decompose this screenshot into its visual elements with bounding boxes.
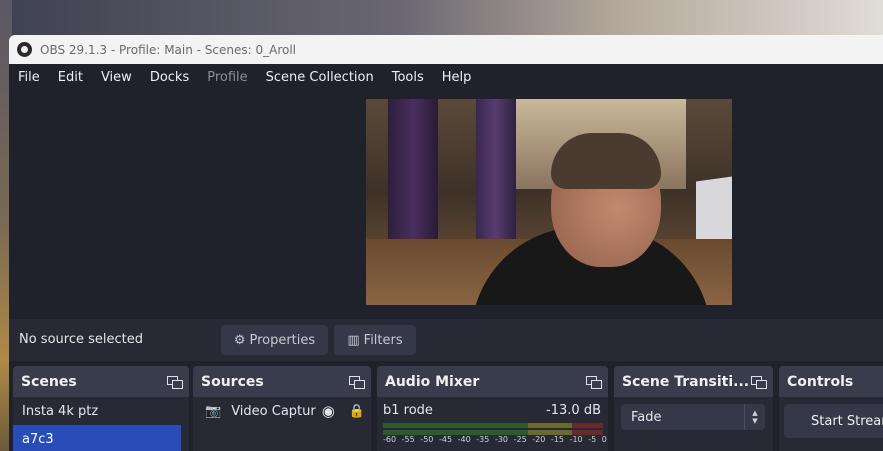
scenes-title: Scenes <box>21 373 77 390</box>
scenes-list: Insta 4k ptz a7c3 <box>13 397 189 451</box>
chevron-updown-icon: ▲ ▼ <box>744 404 765 430</box>
audio-level-db: -13.0 dB <box>546 403 601 418</box>
meter-tick: -35 <box>476 435 490 444</box>
meter-tick: -20 <box>532 435 546 444</box>
scenes-dock-header: Scenes <box>13 366 189 397</box>
audio-mixer-dock-header: Audio Mixer <box>377 366 608 397</box>
sources-title: Sources <box>201 373 264 390</box>
audio-mixer-title: Audio Mixer <box>385 373 480 390</box>
transition-selected: Fade <box>631 409 662 425</box>
meter-tick: -15 <box>550 435 564 444</box>
menu-tools[interactable]: Tools <box>383 70 433 85</box>
transitions-title: Scene Transiti... <box>622 373 750 390</box>
meter-tick: -55 <box>401 435 415 444</box>
preview-curtain-left <box>388 99 438 249</box>
menu-docks[interactable]: Docks <box>141 70 198 85</box>
gear-icon: ⚙ <box>233 332 246 348</box>
transition-select[interactable]: Fade ▲ ▼ <box>621 404 765 430</box>
meter-tick: -30 <box>494 435 509 444</box>
preview-person-hair <box>551 133 661 189</box>
sources-list: 📷 Video Captur ◉ 🔒 <box>193 397 371 451</box>
sources-dock-header: Sources <box>193 366 371 397</box>
filter-icon: ▥ <box>347 332 360 348</box>
meter-ticks: -60 -55 -50 -45 -40 -35 -30 -25 -20 -15 … <box>383 435 607 444</box>
menu-file[interactable]: File <box>9 70 49 85</box>
obs-logo-icon <box>17 42 32 57</box>
controls-dock: Controls Start Stream <box>779 366 883 451</box>
undock-icon[interactable] <box>349 375 365 389</box>
controls-title: Controls <box>787 373 854 390</box>
meter-tick: -45 <box>438 435 453 444</box>
meter-tick: -50 <box>420 435 434 444</box>
menu-edit[interactable]: Edit <box>49 70 92 85</box>
meter-tick: -60 <box>383 435 397 444</box>
menu-help[interactable]: Help <box>433 70 481 85</box>
source-label: Video Captur <box>231 403 316 419</box>
undock-icon[interactable] <box>167 375 183 389</box>
docks-row: Scenes Insta 4k ptz a7c3 Sources 📷 Video… <box>9 366 883 451</box>
properties-button[interactable]: ⚙ Properties <box>221 325 328 355</box>
volume-meter <box>383 423 603 428</box>
window-title: OBS 29.1.3 - Profile: Main - Scenes: 0_A… <box>40 42 297 57</box>
no-source-label: No source selected <box>19 332 143 347</box>
scene-item-selected[interactable]: a7c3 <box>13 425 181 451</box>
meter-tick: -5 <box>588 435 597 444</box>
source-properties-bar: No source selected ⚙ Properties ▥ Filter… <box>9 319 883 361</box>
sources-dock: Sources 📷 Video Captur ◉ 🔒 <box>193 366 371 451</box>
meter-tick: -25 <box>513 435 527 444</box>
undock-icon[interactable] <box>751 375 767 389</box>
menu-profile: Profile <box>207 69 248 85</box>
obs-window: OBS 29.1.3 - Profile: Main - Scenes: 0_A… <box>9 35 883 451</box>
meter-tick: -40 <box>457 435 471 444</box>
source-item[interactable]: 📷 Video Captur ◉ 🔒 <box>193 397 371 425</box>
filters-button[interactable]: ▥ Filters <box>334 325 416 355</box>
undock-icon[interactable] <box>586 375 602 389</box>
properties-label: Properties <box>249 332 316 348</box>
menu-scene-collection[interactable]: Scene Collection <box>257 70 383 85</box>
controls-dock-header: Controls <box>779 366 883 397</box>
preview-curtain-right <box>476 99 516 239</box>
filters-label: Filters <box>363 332 403 348</box>
meter-tick: 0 <box>601 435 607 444</box>
controls-body: Start Stream <box>779 397 883 451</box>
scenes-dock: Scenes Insta 4k ptz a7c3 <box>13 366 189 451</box>
transitions-dock: Scene Transiti... Fade ▲ ▼ <box>614 366 773 451</box>
transitions-dock-header: Scene Transiti... <box>614 366 773 397</box>
lock-icon[interactable]: 🔒 <box>349 404 365 419</box>
scene-item[interactable]: Insta 4k ptz <box>13 397 189 425</box>
video-preview[interactable] <box>366 99 732 305</box>
audio-channel-name: b1 rode <box>383 403 433 418</box>
audio-mixer-body: b1 rode -13.0 dB -60 -55 -50 -45 -40 -35… <box>377 397 608 451</box>
audio-mixer-dock: Audio Mixer b1 rode -13.0 dB -60 -55 -50… <box>377 366 608 451</box>
title-bar[interactable]: OBS 29.1.3 - Profile: Main - Scenes: 0_A… <box>9 35 883 64</box>
transitions-body: Fade ▲ ▼ <box>614 397 773 451</box>
eye-icon[interactable]: ◉ <box>322 402 335 420</box>
start-stream-button[interactable]: Start Stream <box>784 404 883 438</box>
menu-bar: File Edit View Docks Profile Scene Colle… <box>9 64 883 90</box>
camera-icon: 📷 <box>205 403 222 419</box>
menu-view[interactable]: View <box>92 70 141 85</box>
preview-area[interactable] <box>9 90 883 319</box>
desktop-wallpaper-top <box>0 0 883 36</box>
meter-tick: -10 <box>569 435 583 444</box>
